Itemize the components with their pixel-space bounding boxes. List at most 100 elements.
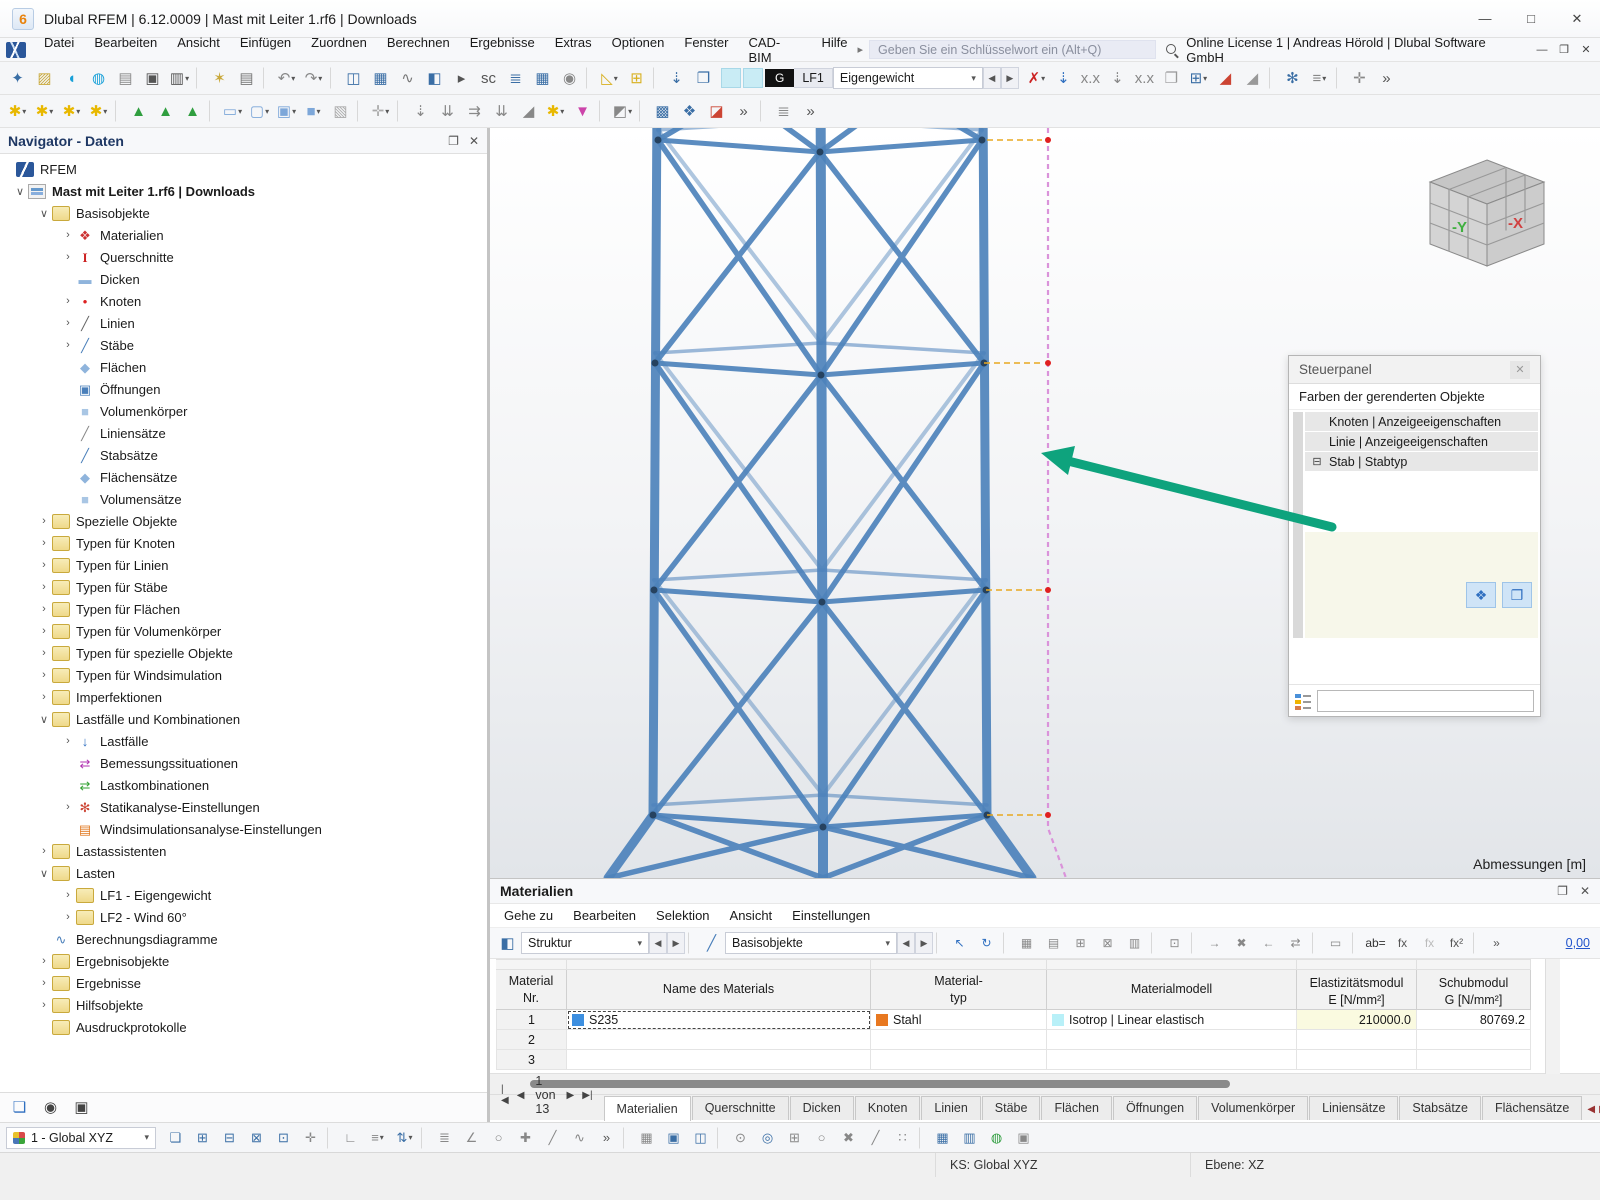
tree-item[interactable]: › LF1 - Eigengewicht — [0, 884, 487, 906]
nodal-support-icon[interactable]: ▲▾ — [126, 99, 151, 124]
tree-expander-icon[interactable]: › — [60, 735, 76, 747]
sort-icon[interactable]: ⇅▾ — [392, 1125, 417, 1150]
tree-item[interactable]: › Typen für Windsimulation — [0, 664, 487, 686]
eye-icon[interactable]: ◉▾ — [38, 1095, 63, 1120]
table-category-prev-button[interactable]: ◀ — [897, 932, 915, 954]
tree-item[interactable]: › ✻ Statikanalyse-Einstellungen — [0, 796, 487, 818]
material-name-cell[interactable] — [567, 1030, 871, 1050]
open-model-icon[interactable]: ▨▾ — [32, 66, 57, 91]
table-tab[interactable]: Dicken — [790, 1096, 854, 1120]
tree-item[interactable]: ∨ Mast mit Leiter 1.rf6 | Downloads — [0, 180, 487, 202]
maximize-button[interactable]: □ — [1508, 0, 1554, 38]
toolbar-icon[interactable]: ▾ — [653, 67, 660, 89]
table-del-icon[interactable]: ⊠▾ — [1095, 931, 1120, 956]
table-toolbar-icon[interactable]: ▾ — [1151, 932, 1158, 954]
steuerpanel-titlebar[interactable]: Steuerpanel ✕ — [1289, 356, 1540, 384]
ortho-icon[interactable]: ∟▾ — [338, 1125, 363, 1150]
tree-expander-icon[interactable]: › — [36, 647, 52, 659]
new-report-icon[interactable]: ✶▾ — [207, 66, 232, 91]
toolbar-icon[interactable]: ▾ — [421, 1127, 428, 1149]
toolbar-icon[interactable]: ▾ — [717, 1127, 724, 1149]
next-page-button[interactable]: ▶ — [564, 1090, 578, 1101]
table-column-header[interactable]: Material-typ — [871, 970, 1047, 1010]
tree-expander-icon[interactable]: › — [36, 999, 52, 1011]
toolbar-icon[interactable]: ▾ — [1336, 67, 1343, 89]
new-member-icon[interactable]: ✱▾ — [59, 99, 84, 124]
tree-item[interactable]: ∿ Berechnungsdiagramme — [0, 928, 487, 950]
table-group-select[interactable]: Struktur▾ — [521, 932, 649, 954]
close-button[interactable]: ✕ — [1554, 0, 1600, 38]
row-left-icon[interactable]: ←▾ — [1256, 931, 1281, 956]
mdi-restore-button[interactable]: ❐ — [1554, 41, 1574, 59]
abacus-icon[interactable]: ≡▾ — [1307, 66, 1332, 91]
diag-snap-icon[interactable]: ╱▾ — [863, 1125, 888, 1150]
table-menu-item[interactable]: Selektion — [646, 905, 719, 926]
tree-item[interactable]: › Typen für Linien — [0, 554, 487, 576]
minimize-button[interactable]: — — [1462, 0, 1508, 38]
dlubal-center-icon[interactable]: ◖▾ — [59, 66, 84, 91]
navigator-close-button[interactable]: ✕ — [469, 134, 479, 148]
save-icon[interactable]: ▣▾ — [140, 66, 165, 91]
overflow2-icon[interactable]: »▾ — [731, 99, 756, 124]
tree-item[interactable]: › Ergebnisse — [0, 972, 487, 994]
new-line-icon[interactable]: ✱▾ — [32, 99, 57, 124]
tree-expander-icon[interactable]: › — [36, 515, 52, 527]
toolbar-icon[interactable]: ▾ — [327, 1127, 334, 1149]
ramp2-icon[interactable]: ◢▾ — [1240, 66, 1265, 91]
tree-item[interactable]: ■ Volumensätze — [0, 488, 487, 510]
toolbar-icon[interactable]: ▾ — [623, 1127, 630, 1149]
loadcase-prev-button[interactable]: ◀ — [983, 67, 1001, 89]
table-edit-icon[interactable]: ▦▾ — [1014, 931, 1039, 956]
table-tab[interactable]: Stäbe — [982, 1096, 1041, 1120]
table-group-next-button[interactable]: ▶ — [667, 932, 685, 954]
tree-expander-icon[interactable]: › — [36, 581, 52, 593]
overflow3-icon[interactable]: »▾ — [798, 99, 823, 124]
mdi-minimize-button[interactable]: — — [1532, 41, 1552, 59]
undo-icon[interactable]: ↶▾ — [274, 66, 299, 91]
tangent-icon[interactable]: ╱▾ — [540, 1125, 565, 1150]
tree-expander-icon[interactable]: › — [60, 339, 76, 351]
printer3d-icon[interactable]: ▧▾ — [328, 99, 353, 124]
mdi-close-button[interactable]: ✕ — [1576, 41, 1596, 59]
mesh-icon[interactable]: ◩▾ — [610, 99, 635, 124]
row-insert-icon[interactable]: →▾ — [1202, 931, 1227, 956]
table-toolbar-icon[interactable]: ▾ — [1312, 932, 1319, 954]
tree-item[interactable]: › ╱ Linien — [0, 312, 487, 334]
toolbar-icon[interactable]: ▾ — [196, 67, 203, 89]
material-model-cell[interactable]: Isotrop | Linear elastisch — [1047, 1010, 1297, 1030]
table-category-select[interactable]: Basisobjekte▾ — [725, 932, 897, 954]
show-loads-icon[interactable]: ⇣▾ — [1051, 66, 1076, 91]
tree-expander-icon[interactable]: › — [36, 669, 52, 681]
blank-cell-icon[interactable]: ▭▾ — [1323, 931, 1348, 956]
osnap-icon[interactable]: ⊙▾ — [728, 1125, 753, 1150]
results-grid-icon[interactable]: ⊞▾ — [1186, 66, 1211, 91]
new-surface-icon[interactable]: ▭▾ — [220, 99, 245, 124]
first-page-button[interactable]: |◀ — [498, 1084, 512, 1106]
new-loadcase-icon[interactable]: ⇣▾ — [664, 66, 689, 91]
dots-icon[interactable]: ∷▾ — [890, 1125, 915, 1150]
toolbar-icon[interactable]: ▾ — [357, 100, 364, 122]
settings-gear-icon[interactable]: ✻▾ — [1280, 66, 1305, 91]
tree-item[interactable]: ◆ Flächensätze — [0, 466, 487, 488]
steuerpanel-close-button[interactable]: ✕ — [1510, 361, 1530, 379]
load-solid-icon[interactable]: ❐▾ — [1159, 66, 1184, 91]
precision-value[interactable]: 0,00 — [1566, 936, 1590, 950]
tree-expander-icon[interactable]: › — [60, 911, 76, 923]
tree-item[interactable]: ⇄ Bemessungssituationen — [0, 752, 487, 774]
tree-item[interactable]: ∨ Lasten — [0, 862, 487, 884]
tree-item[interactable]: › Typen für Flächen — [0, 598, 487, 620]
table-row[interactable]: 3 — [496, 1050, 1600, 1070]
table-vertical-scrollbar[interactable] — [1545, 959, 1560, 1074]
tree-item[interactable]: › ╱ Stäbe — [0, 334, 487, 356]
view-navigation-cube[interactable]: -Y -X — [1422, 154, 1552, 274]
steuerpanel-input[interactable] — [1317, 690, 1534, 712]
table-menu-item[interactable]: Einstellungen — [782, 905, 880, 926]
tree-item[interactable]: Ausdruckprotokolle — [0, 1016, 487, 1038]
material-model-cell[interactable] — [1047, 1050, 1297, 1070]
tree-item[interactable]: ╱ Stabsätze — [0, 444, 487, 466]
mesh-settings-icon[interactable]: ▩▾ — [650, 99, 675, 124]
line-grid-icon[interactable]: ⊞▾ — [782, 1125, 807, 1150]
arc-icon[interactable]: ∿▾ — [567, 1125, 592, 1150]
render-toggle-icon[interactable]: ❏▾ — [7, 1095, 32, 1120]
table-tab[interactable]: Querschnitte — [692, 1096, 789, 1120]
